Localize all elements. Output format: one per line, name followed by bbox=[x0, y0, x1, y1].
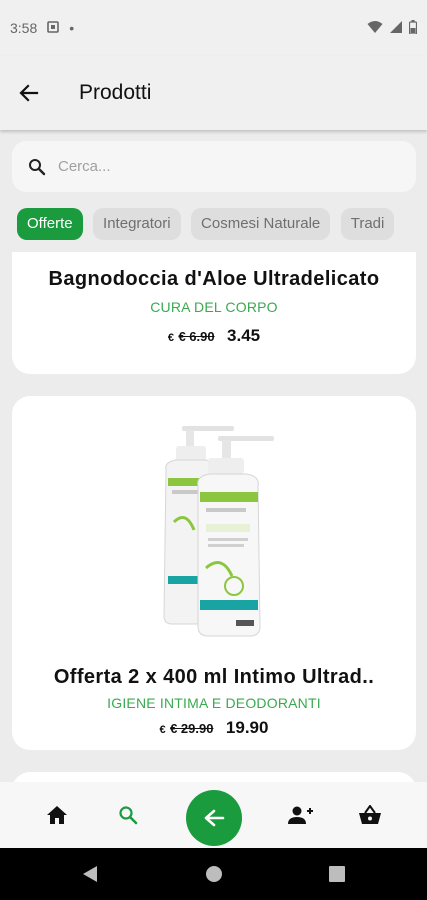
nav-search[interactable] bbox=[110, 797, 146, 833]
chip-cosmesi-naturale[interactable]: Cosmesi Naturale bbox=[191, 208, 331, 240]
status-time: 3:58 bbox=[10, 20, 38, 36]
square-recents-icon bbox=[329, 866, 345, 882]
product-card[interactable]: Bagnodoccia d'Aloe Ultradelicato CURA DE… bbox=[12, 252, 416, 374]
product-price: € € 6.90 3.45 bbox=[12, 326, 416, 346]
status-dot: • bbox=[69, 20, 75, 36]
bottom-navigation bbox=[0, 782, 427, 848]
system-navigation-bar bbox=[0, 848, 427, 900]
old-price: € 6.90 bbox=[178, 329, 215, 344]
circle-home-icon bbox=[206, 866, 222, 882]
app-bar: Prodotti bbox=[0, 56, 427, 130]
search-bar[interactable] bbox=[12, 141, 416, 192]
product-card[interactable] bbox=[12, 772, 416, 782]
back-arrow-icon bbox=[204, 809, 225, 827]
system-recents-button[interactable] bbox=[325, 862, 349, 886]
current-price: 19.90 bbox=[225, 718, 269, 737]
notification-icon bbox=[47, 20, 60, 36]
bottle-image bbox=[163, 426, 274, 637]
back-button[interactable] bbox=[1, 65, 57, 121]
product-price: € € 29.90 19.90 bbox=[12, 718, 416, 738]
search-input[interactable] bbox=[58, 158, 378, 175]
product-name: Bagnodoccia d'Aloe Ultradelicato bbox=[48, 268, 380, 290]
category-chips: Offerte Integratori Cosmesi Naturale Tra… bbox=[17, 208, 410, 240]
chip-integratori[interactable]: Integratori bbox=[93, 208, 181, 240]
chip-offerte[interactable]: Offerte bbox=[17, 208, 83, 240]
back-fab-button[interactable] bbox=[186, 790, 242, 846]
product-card[interactable]: Offerta 2 x 400 ml Intimo Ultrad.. IGIEN… bbox=[12, 396, 416, 750]
triangle-back-icon bbox=[83, 866, 97, 882]
arrow-left-icon bbox=[19, 84, 39, 102]
wifi-icon bbox=[367, 20, 383, 37]
battery-icon bbox=[408, 19, 418, 37]
current-price: 3.45 bbox=[227, 326, 261, 345]
search-icon bbox=[119, 806, 138, 825]
product-list: Bagnodoccia d'Aloe Ultradelicato CURA DE… bbox=[0, 252, 427, 782]
chip-tradi[interactable]: Tradi bbox=[340, 208, 395, 240]
nav-basket[interactable] bbox=[352, 797, 388, 833]
currency-symbol: € bbox=[167, 332, 174, 344]
home-icon bbox=[47, 806, 67, 824]
basket-icon bbox=[359, 805, 381, 824]
search-icon bbox=[29, 158, 46, 175]
nav-add-user[interactable] bbox=[281, 797, 317, 833]
system-back-button[interactable] bbox=[78, 862, 102, 886]
product-category: IGIENE INTIMA E DEODORANTI bbox=[107, 695, 321, 711]
old-price: € 29.90 bbox=[170, 721, 214, 736]
status-bar: 3:58 • bbox=[0, 0, 427, 56]
nav-home[interactable] bbox=[39, 797, 75, 833]
add-user-icon bbox=[288, 806, 313, 824]
product-name: Offerta 2 x 400 ml Intimo Ultrad.. bbox=[53, 666, 375, 688]
currency-symbol: € bbox=[159, 724, 166, 736]
signal-icon bbox=[389, 20, 403, 37]
product-category: CURA DEL CORPO bbox=[150, 299, 278, 315]
system-home-button[interactable] bbox=[202, 862, 226, 886]
page-title: Prodotti bbox=[79, 81, 152, 104]
